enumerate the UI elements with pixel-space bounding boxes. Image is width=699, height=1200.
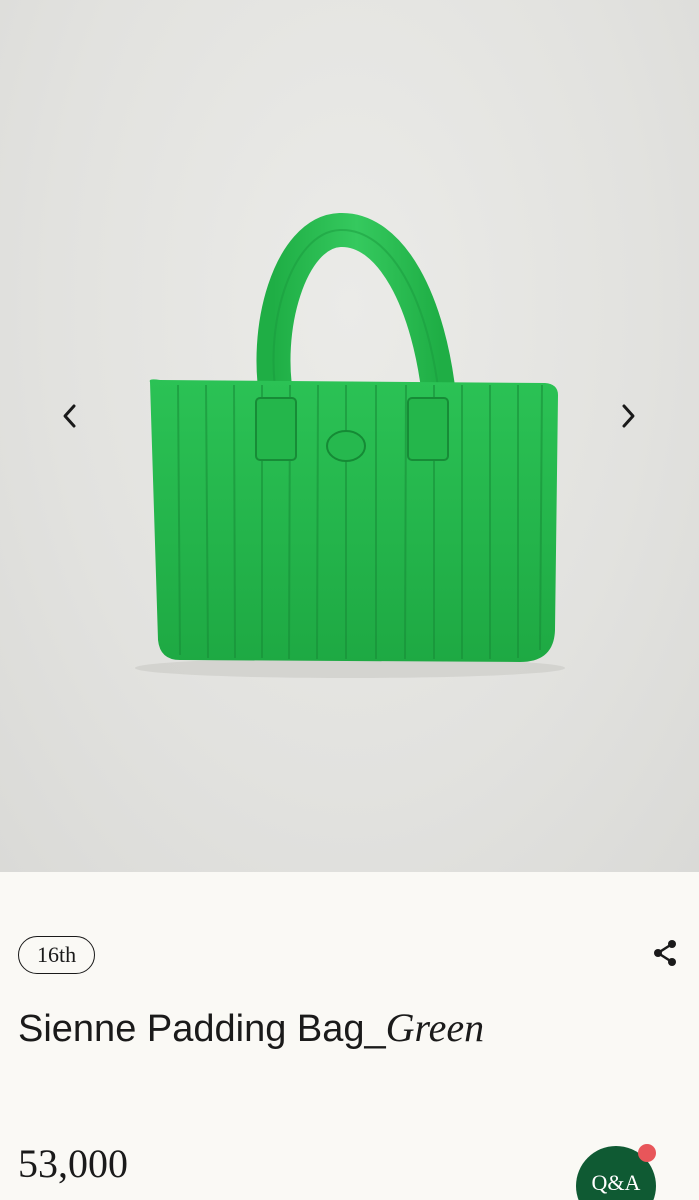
qa-notification-dot xyxy=(638,1144,656,1162)
gallery-prev-button[interactable] xyxy=(50,396,90,436)
share-icon xyxy=(654,940,676,966)
product-price: 53,000 xyxy=(18,1141,128,1186)
share-button[interactable] xyxy=(646,934,684,972)
gallery-next-button[interactable] xyxy=(608,396,648,436)
qa-button-label: Q&A xyxy=(591,1170,641,1195)
product-title-color: Green xyxy=(385,1005,485,1050)
product-title-text: Sienne Padding Bag_ xyxy=(18,1008,386,1050)
chevron-right-icon xyxy=(622,404,635,428)
product-gallery[interactable] xyxy=(0,0,699,872)
product-title: Sienne Padding Bag_Green xyxy=(18,996,518,1061)
chevron-left-icon xyxy=(63,404,76,428)
edition-badge: 16th xyxy=(18,936,96,974)
product-image xyxy=(135,213,565,678)
